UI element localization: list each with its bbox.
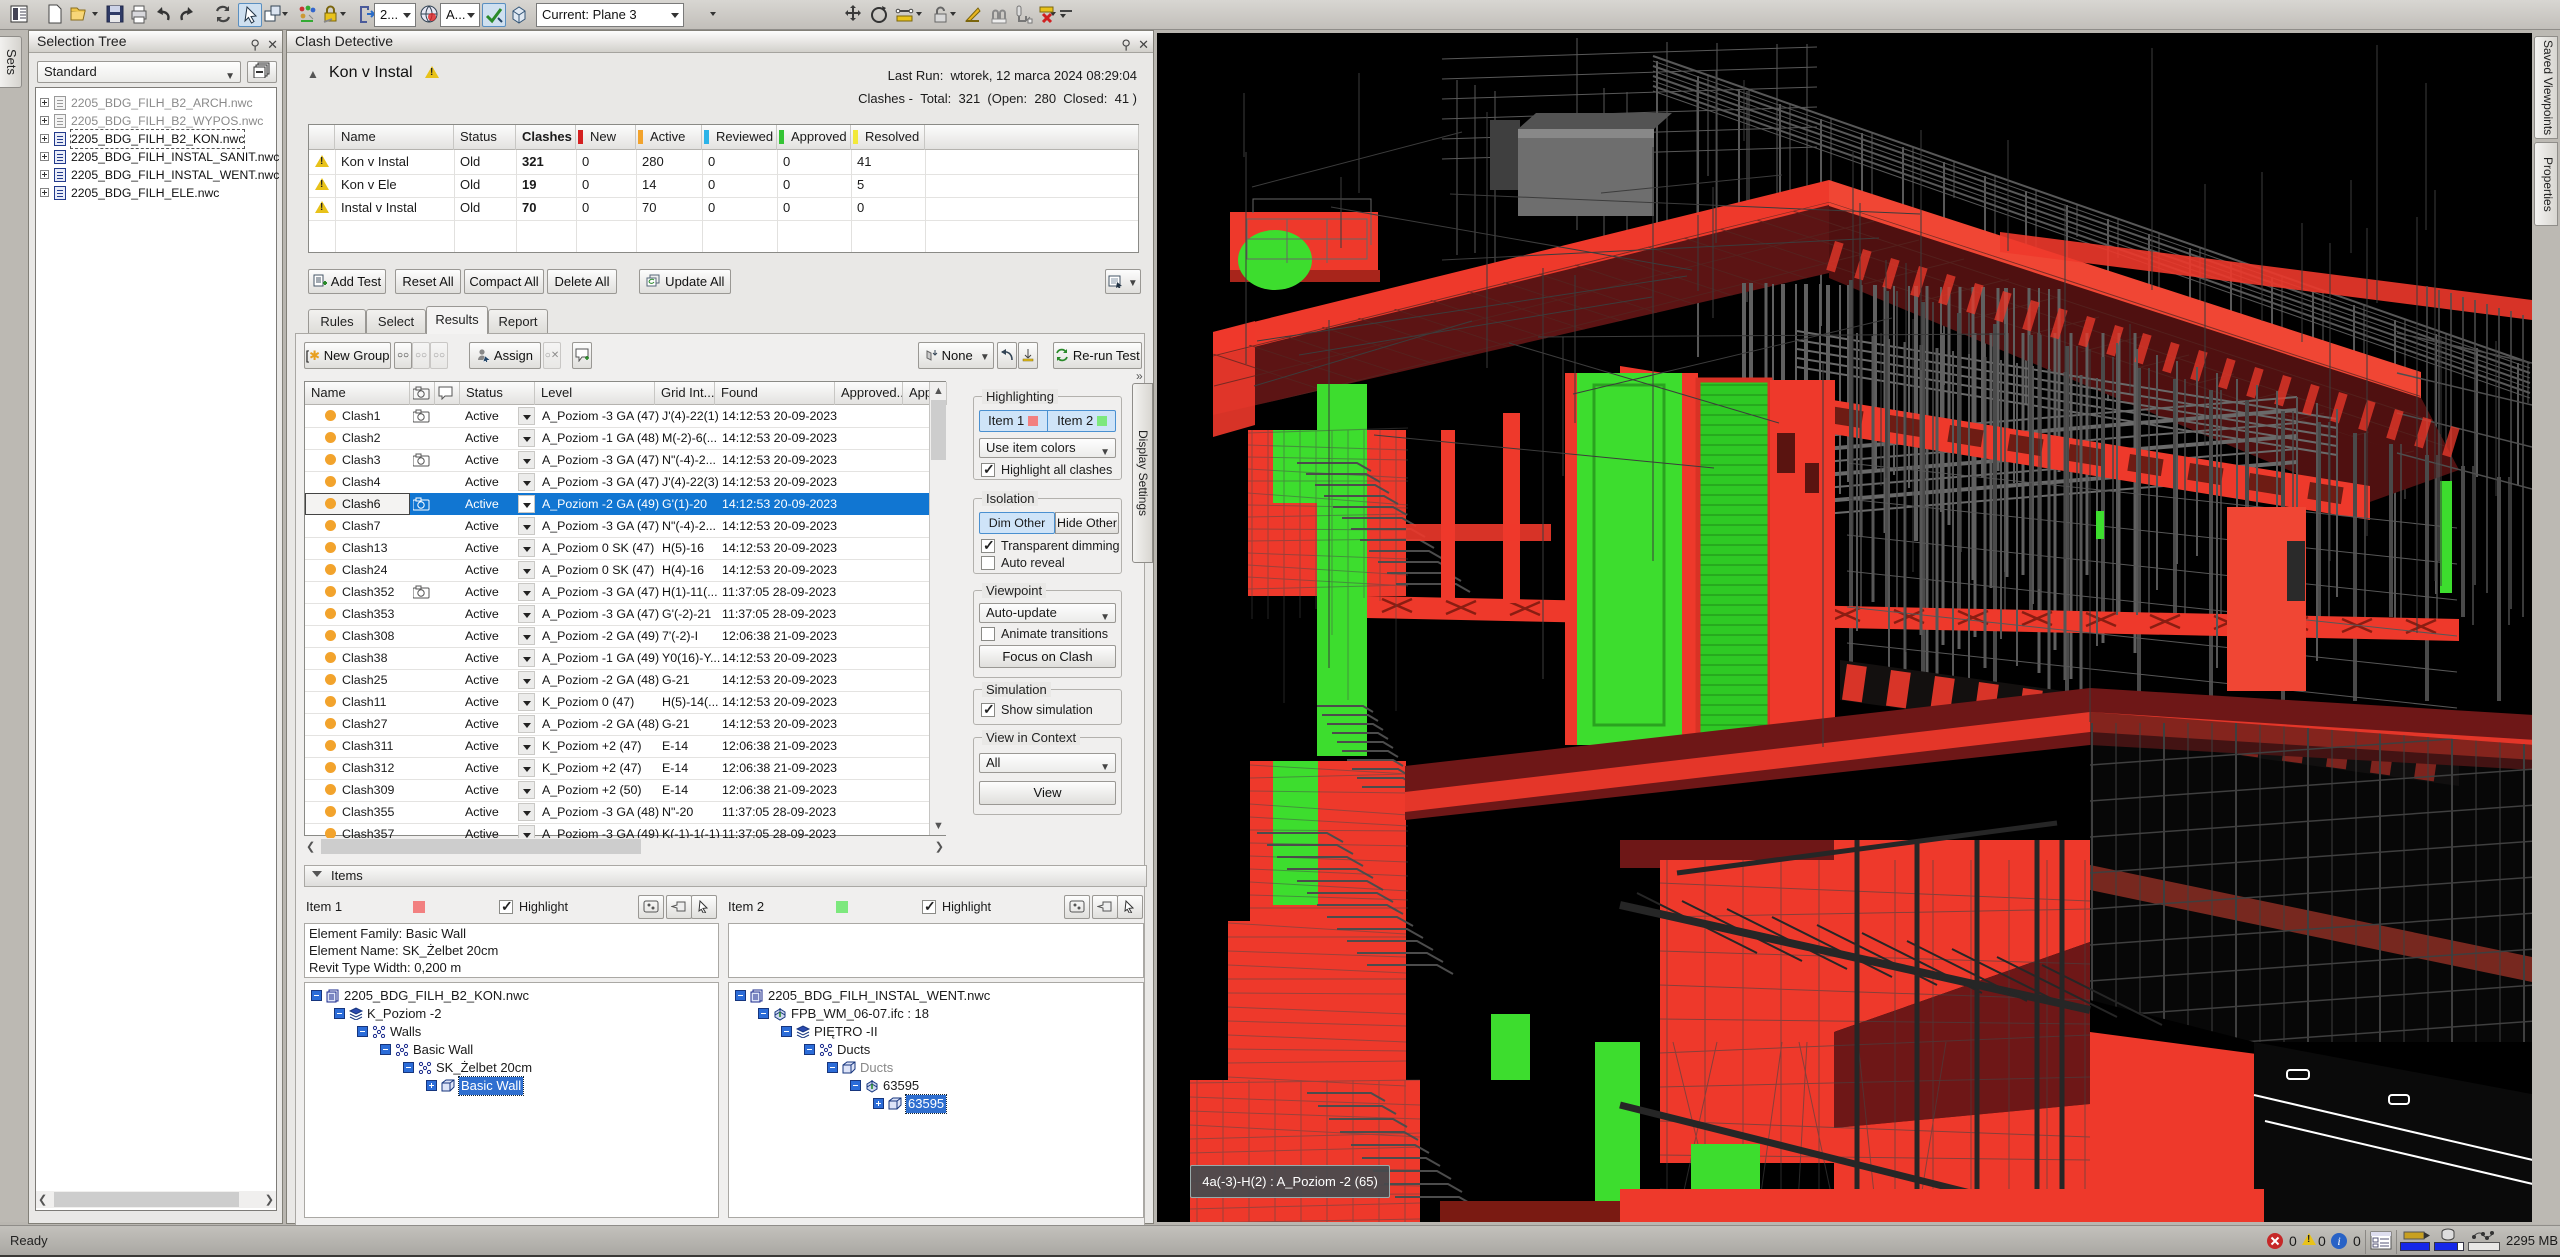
svg-text:i: i [2337, 1234, 2340, 1248]
